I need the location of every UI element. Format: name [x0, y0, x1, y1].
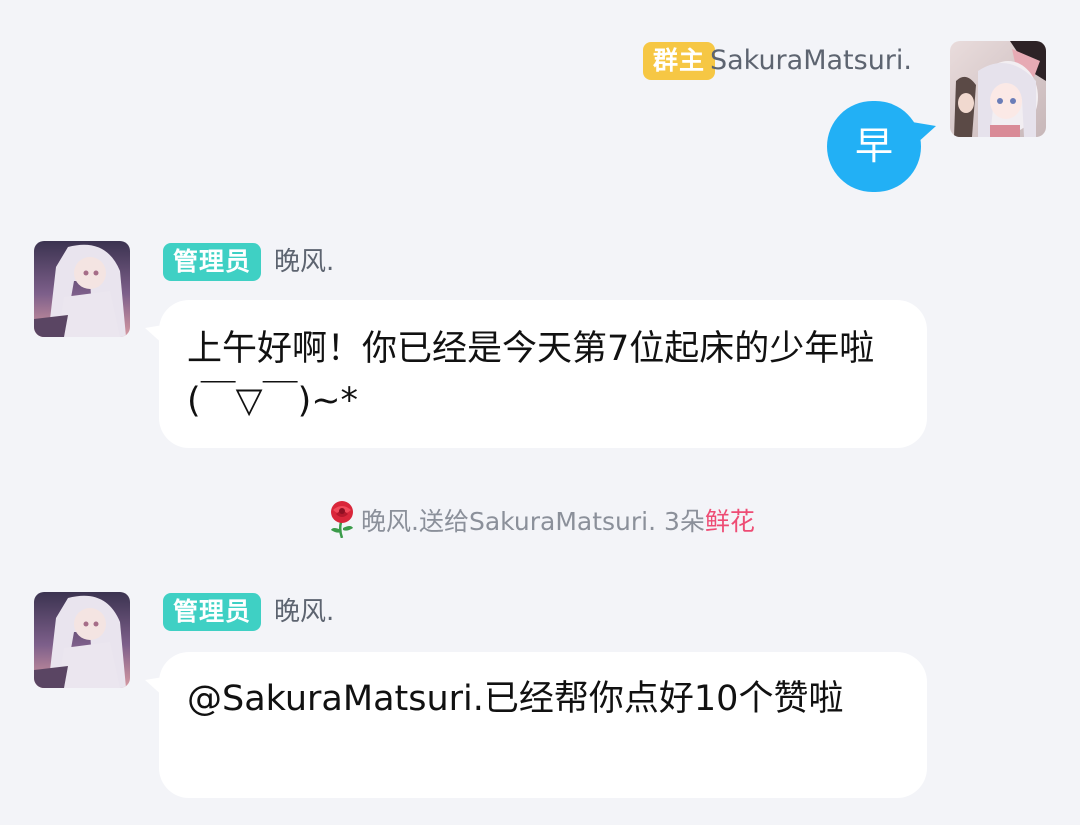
- admin-badge: 管理员: [163, 593, 262, 631]
- bubble-tail-right: [912, 122, 936, 144]
- message-bubble[interactable]: @SakuraMatsuri.已经帮你点好10个赞啦: [159, 652, 927, 798]
- gift-name: 鲜花: [704, 507, 755, 536]
- gift-notice: 晚风.送给SakuraMatsuri. 3朵鲜花: [0, 500, 1080, 542]
- message-bubble[interactable]: 上午好啊！你已经是今天第7位起床的少年啦(￣▽￣)~*: [159, 300, 927, 448]
- avatar[interactable]: [34, 241, 130, 337]
- message-bubble-self[interactable]: 早: [827, 101, 921, 192]
- avatar[interactable]: [950, 41, 1046, 137]
- gift-notice-text: 晚风.送给SakuraMatsuri. 3朵: [361, 507, 705, 536]
- owner-badge: 群主: [643, 42, 716, 80]
- admin-badge: 管理员: [163, 243, 262, 281]
- sender-name[interactable]: 晚风.: [274, 243, 334, 281]
- avatar[interactable]: [34, 592, 130, 688]
- rose-icon: [331, 501, 354, 538]
- sender-name[interactable]: 晚风.: [274, 593, 334, 631]
- sender-name[interactable]: SakuraMatsuri.: [710, 42, 912, 80]
